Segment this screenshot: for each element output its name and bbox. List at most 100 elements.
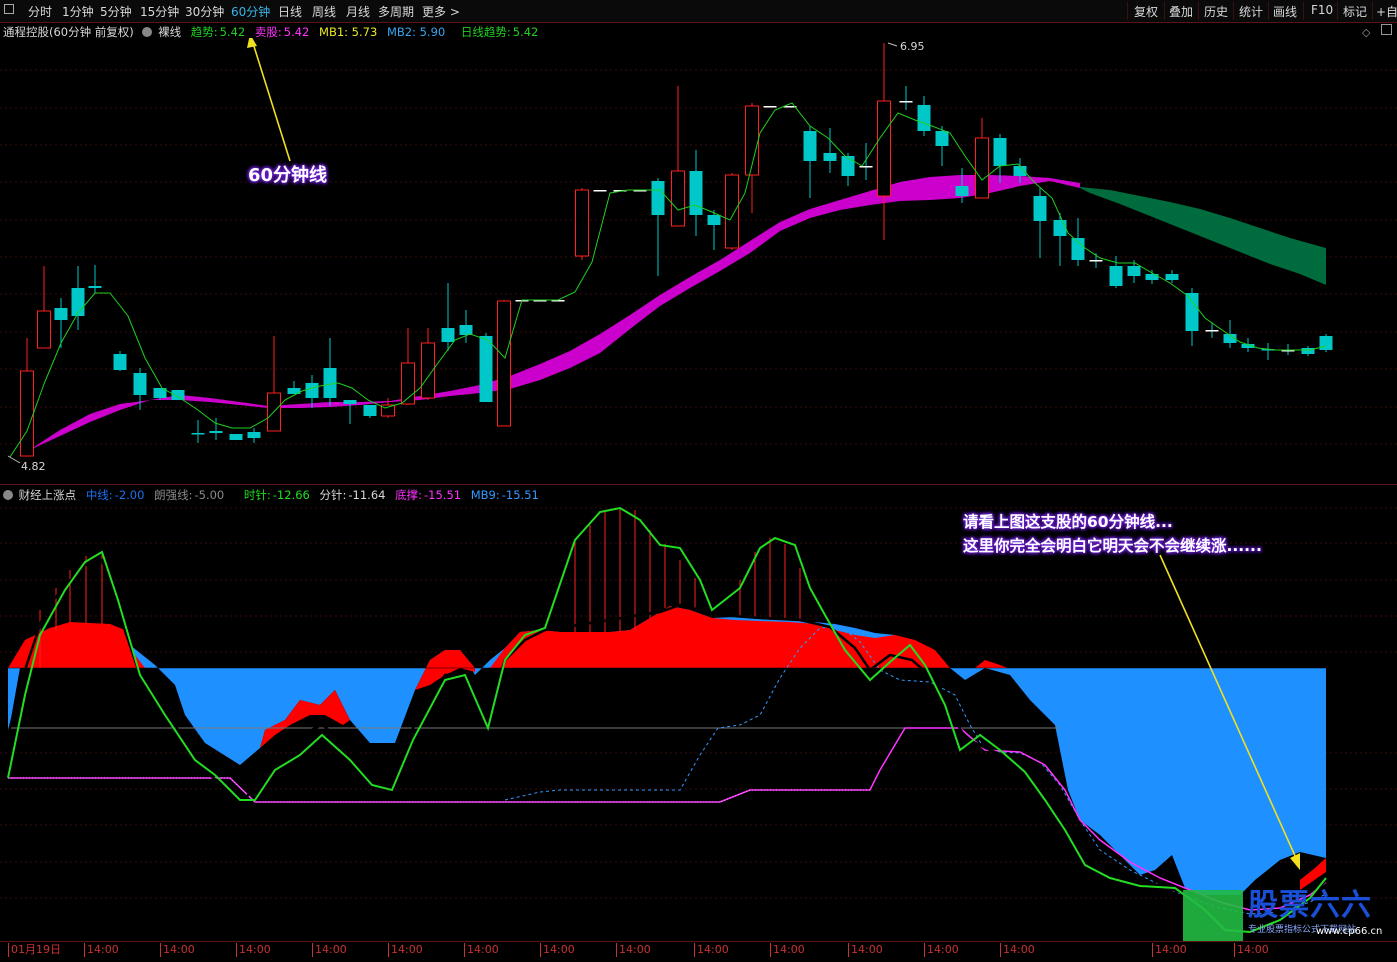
time-axis-label: 14:00 bbox=[160, 943, 195, 957]
candle-body bbox=[575, 189, 589, 257]
candle-body bbox=[725, 174, 739, 249]
candle-body bbox=[71, 288, 85, 316]
tab-15min[interactable]: 15分钟 bbox=[140, 3, 179, 20]
time-axis-label: 14:00 bbox=[84, 943, 119, 957]
candle-body bbox=[54, 308, 68, 320]
sub-settings-icon[interactable] bbox=[3, 490, 13, 500]
time-axis-label: 14:00 bbox=[236, 943, 271, 957]
watermark-logo: 股票六六 专业股票指标公式下载网站 www.cp66.cn bbox=[1248, 888, 1382, 938]
f10-button[interactable]: F10 bbox=[1311, 3, 1333, 17]
candle-body bbox=[823, 153, 837, 161]
candle-body bbox=[1033, 196, 1047, 221]
indicator-chart[interactable] bbox=[0, 500, 1397, 941]
candle-body bbox=[671, 170, 685, 227]
restore-rights-button[interactable]: 复权 bbox=[1134, 3, 1158, 20]
candle-body bbox=[343, 400, 357, 404]
candle-body bbox=[955, 186, 969, 196]
candle-body bbox=[707, 215, 721, 225]
candle-body bbox=[113, 354, 127, 370]
daily-trend-value: 5.42 bbox=[512, 25, 539, 39]
trend-value: 5.42 bbox=[219, 25, 246, 39]
candle-body bbox=[593, 190, 607, 192]
app-menu-icon[interactable] bbox=[4, 3, 14, 17]
sell-value: 5.42 bbox=[283, 25, 310, 39]
tab-multi-period[interactable]: 多周期 bbox=[378, 3, 414, 20]
time-axis-label: 14:00 bbox=[1000, 943, 1035, 957]
candle-body bbox=[88, 286, 102, 288]
tab-1min[interactable]: 1分钟 bbox=[62, 3, 94, 20]
tab-daily[interactable]: 日线 bbox=[278, 3, 302, 20]
time-axis-label: 01月19日 bbox=[8, 943, 61, 957]
time-axis-label: 14:00 bbox=[770, 943, 805, 957]
watermark-site: www.cp66.cn bbox=[1316, 926, 1383, 937]
mark-button[interactable]: 标记 bbox=[1343, 3, 1367, 20]
ma-line bbox=[9, 102, 1327, 458]
candle-body bbox=[209, 431, 223, 433]
candle-body bbox=[975, 137, 989, 199]
tab-fenshi[interactable]: 分时 bbox=[28, 3, 52, 20]
history-button[interactable]: 历史 bbox=[1204, 3, 1228, 20]
candle-body bbox=[20, 370, 34, 457]
candle-body bbox=[191, 433, 205, 435]
candle-body bbox=[1145, 274, 1159, 280]
tab-weekly[interactable]: 周线 bbox=[312, 3, 336, 20]
candle-body bbox=[459, 325, 473, 335]
settings-icon[interactable] bbox=[142, 27, 153, 37]
callout-bottom-line2: 这里你完全会明白它明天会不会继续涨...... bbox=[963, 537, 1262, 555]
candle-body bbox=[1185, 293, 1199, 331]
stock-title: 通程控股(60分钟 前复权) bbox=[3, 25, 134, 39]
low-price-label: 4.82 bbox=[21, 460, 46, 473]
candle-body bbox=[993, 138, 1007, 166]
time-axis-label: 14:00 bbox=[1152, 943, 1187, 957]
tab-60min[interactable]: 60分钟 bbox=[231, 3, 270, 20]
callout-bottom-line1: 请看上图这支股的60分钟线... bbox=[963, 513, 1173, 531]
candle-body bbox=[171, 390, 185, 400]
candle-body bbox=[689, 171, 703, 215]
candle-body bbox=[841, 156, 855, 176]
callout-arrow-top bbox=[251, 39, 291, 162]
tab-30min[interactable]: 30分钟 bbox=[185, 3, 224, 20]
tab-monthly[interactable]: 月线 bbox=[346, 3, 370, 20]
period-toolbar: 分时 1分钟 5分钟 15分钟 30分钟 60分钟 日线 周线 月线 多周期 更… bbox=[0, 0, 1397, 23]
candle-body bbox=[1319, 336, 1333, 350]
statistics-button[interactable]: 统计 bbox=[1239, 3, 1263, 20]
time-axis-label: 14:00 bbox=[616, 943, 651, 957]
mb1-value: MB1: 5.73 bbox=[319, 25, 378, 39]
trend-label: 趋势: bbox=[190, 25, 218, 39]
candle-body bbox=[877, 100, 891, 197]
sell-label: 卖股: bbox=[254, 25, 282, 39]
time-axis-label: 14:00 bbox=[312, 943, 347, 957]
maximize-panel-icon[interactable] bbox=[1381, 24, 1392, 35]
candle-body bbox=[1165, 274, 1179, 280]
candle-body bbox=[133, 373, 147, 395]
time-axis-label: 14:00 bbox=[694, 943, 729, 957]
callout-bottom: 请看上图这支股的60分钟线... 这里你完全会明白它明天会不会继续涨...... bbox=[963, 510, 1262, 558]
tab-more[interactable]: 更多 > bbox=[422, 3, 460, 20]
candle-body bbox=[497, 300, 511, 427]
overlay-button[interactable]: 叠加 bbox=[1169, 3, 1193, 20]
candle-body bbox=[803, 131, 817, 161]
candlestick-chart[interactable]: 6.95 4.82 bbox=[0, 38, 1397, 484]
draw-line-button[interactable]: 画线 bbox=[1273, 3, 1297, 20]
time-axis-label: 14:00 bbox=[464, 943, 499, 957]
daily-trend-label: 日线趋势: bbox=[460, 25, 511, 39]
time-axis-label: 14:00 bbox=[1234, 943, 1269, 957]
add-watchlist-button[interactable]: +自选 bbox=[1376, 3, 1397, 20]
panel-divider bbox=[0, 484, 1397, 485]
candle-body bbox=[37, 310, 51, 349]
candle-body bbox=[479, 336, 493, 402]
candle-body bbox=[763, 106, 777, 108]
candle-body bbox=[305, 383, 319, 398]
candle-body bbox=[935, 131, 949, 146]
tab-5min[interactable]: 5分钟 bbox=[100, 3, 132, 20]
mb2-value: MB2: 5.90 bbox=[386, 25, 446, 39]
time-axis-label: 14:00 bbox=[388, 943, 423, 957]
candle-body bbox=[1089, 260, 1103, 262]
candle-body bbox=[441, 328, 455, 342]
indicator-name[interactable]: 裸线 bbox=[158, 25, 181, 39]
candle-body bbox=[363, 405, 377, 416]
callout-60min: 60分钟线 bbox=[248, 165, 328, 186]
candle-body bbox=[1205, 330, 1219, 332]
watermark-title: 股票六六 bbox=[1248, 888, 1372, 923]
candle-body bbox=[917, 105, 931, 131]
